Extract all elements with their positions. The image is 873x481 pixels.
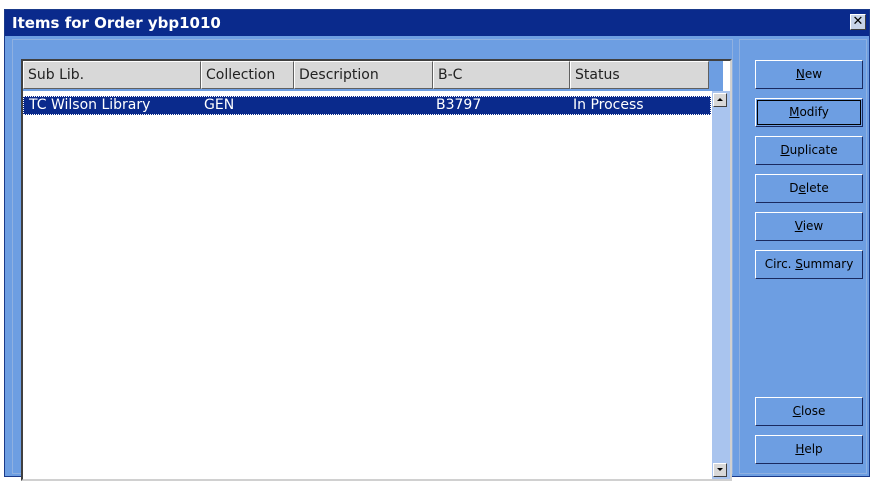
cell-status: In Process	[573, 97, 644, 113]
help-button[interactable]: Help	[755, 435, 863, 464]
new-button[interactable]: New	[755, 60, 863, 89]
close-button[interactable]: Close	[755, 397, 863, 426]
column-header-row: Sub Lib. Collection Description B-C Stat…	[23, 61, 723, 91]
scroll-up-button[interactable]	[713, 93, 727, 107]
items-list-panel: Sub Lib. Collection Description B-C Stat…	[12, 39, 733, 481]
column-header-collection[interactable]: Collection	[201, 61, 294, 89]
window-title: Items for Order ybp1010	[12, 14, 221, 32]
items-for-order-dialog: Items for Order ybp1010 ✕ Sub Lib. Colle…	[4, 9, 870, 481]
view-button[interactable]: View	[755, 212, 863, 241]
table-row[interactable]: TC Wilson Library GEN B3797 In Process	[23, 96, 711, 115]
items-list[interactable]: Sub Lib. Collection Description B-C Stat…	[21, 59, 732, 481]
column-header-bc[interactable]: B-C	[433, 61, 570, 89]
vertical-scrollbar[interactable]	[712, 91, 730, 479]
arrow-down-icon	[717, 468, 723, 471]
scroll-down-button[interactable]	[713, 463, 727, 477]
close-icon[interactable]: ✕	[850, 14, 866, 30]
circ-summary-button[interactable]: Circ. Summary	[755, 250, 863, 279]
column-header-sub-lib[interactable]: Sub Lib.	[23, 61, 201, 89]
modify-button[interactable]: Modify	[755, 98, 863, 127]
column-header-status[interactable]: Status	[570, 61, 709, 89]
delete-button[interactable]: Delete	[755, 174, 863, 203]
cell-barcode: B3797	[436, 97, 482, 113]
title-bar: Items for Order ybp1010 ✕	[5, 10, 869, 36]
action-buttons-panel: New Modify Duplicate Delete View Circ. S…	[739, 39, 867, 474]
arrow-up-icon	[717, 98, 723, 101]
cell-sub-lib: TC Wilson Library	[29, 97, 151, 113]
column-header-description[interactable]: Description	[294, 61, 433, 89]
duplicate-button[interactable]: Duplicate	[755, 136, 863, 165]
cell-collection: GEN	[204, 97, 235, 113]
